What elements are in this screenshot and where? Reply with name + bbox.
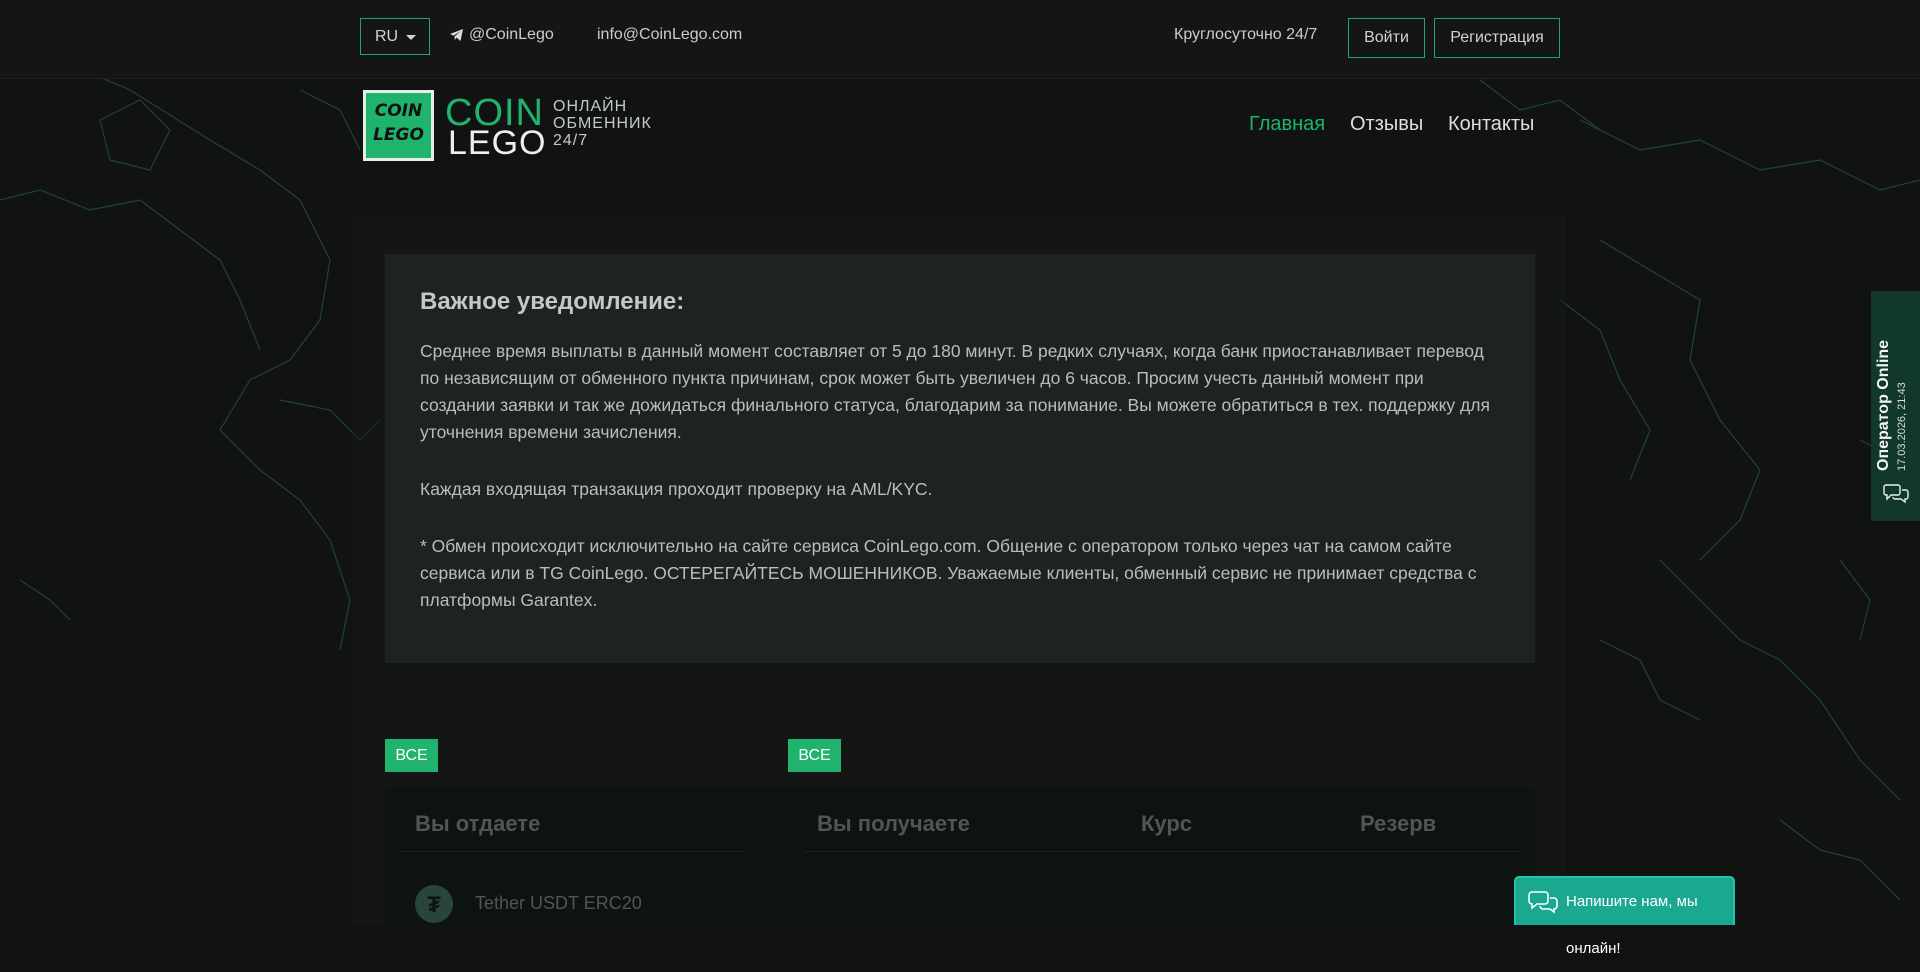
notice-paragraph: * Обмен происходит исключительно на сайт…: [420, 536, 1477, 610]
register-button[interactable]: Регистрация: [1434, 18, 1560, 58]
notice-title: Важное уведомление:: [420, 288, 685, 315]
currency-item[interactable]: Tether USDT ERC20: [475, 893, 642, 914]
filter-all-receive[interactable]: ВСЕ: [788, 739, 841, 772]
telegram-link[interactable]: @CoinLego: [450, 26, 554, 44]
working-hours: Круглосуточно 24/7: [1174, 26, 1318, 43]
chevron-down-icon: [406, 35, 416, 40]
language-selector[interactable]: RU: [360, 18, 430, 55]
logo-tagline-line: ОБМЕННИК: [553, 115, 652, 132]
nav-contacts[interactable]: Контакты: [1448, 113, 1534, 136]
logo-tagline-line: ОНЛАЙН: [553, 98, 628, 115]
chat-bubbles-icon: [1883, 484, 1909, 504]
top-bar: RU @CoinLego info@CoinLego.com Круглосут…: [0, 0, 1920, 79]
divider: [803, 851, 1521, 852]
logo-badge-top: COIN: [374, 101, 423, 121]
chat-label: Напишите нам, мы онлайн!: [1566, 893, 1698, 957]
operator-title: Оператор Online: [1875, 339, 1892, 471]
telegram-handle: @CoinLego: [469, 26, 554, 43]
telegram-icon: [450, 29, 463, 41]
nav-home[interactable]: Главная: [1249, 113, 1325, 136]
column-reserve: Резерв: [1360, 811, 1437, 836]
nav-reviews[interactable]: Отзывы: [1350, 113, 1423, 136]
column-give: Вы отдаете: [415, 811, 541, 836]
tether-icon: ₮: [415, 885, 453, 923]
chat-icon: [1528, 891, 1558, 914]
email-link[interactable]: info@CoinLego.com: [597, 26, 742, 44]
logo-badge[interactable]: COIN LEGO: [363, 90, 434, 161]
column-rate: Курс: [1141, 811, 1193, 836]
notice-paragraph: Среднее время выплаты в данный момент со…: [420, 341, 1490, 442]
divider: [399, 851, 745, 852]
logo-word-lego: LEGO: [448, 124, 547, 162]
notice-box: Важное уведомление: Среднее время выплат…: [385, 254, 1535, 663]
column-receive: Вы получаете: [817, 811, 970, 836]
operator-online-tab[interactable]: Оператор Online 17.03.2026, 21:43: [1871, 291, 1920, 521]
logo-tagline: ОНЛАЙН ОБМЕННИК 24/7: [553, 98, 652, 149]
operator-text: Оператор Online 17.03.2026, 21:43: [1873, 340, 1909, 471]
chat-widget-button[interactable]: Напишите нам, мы онлайн!: [1514, 876, 1735, 957]
operator-datetime: 17.03.2026, 21:43: [1896, 382, 1908, 471]
notice-paragraph: Каждая входящая транзакция проходит пров…: [420, 479, 933, 499]
logo-badge-bottom: LEGO: [373, 125, 424, 145]
logo-tagline-line: 24/7: [553, 132, 589, 149]
login-button[interactable]: Войти: [1348, 18, 1425, 58]
language-label: RU: [375, 28, 399, 45]
filter-all-give[interactable]: ВСЕ: [385, 739, 438, 772]
